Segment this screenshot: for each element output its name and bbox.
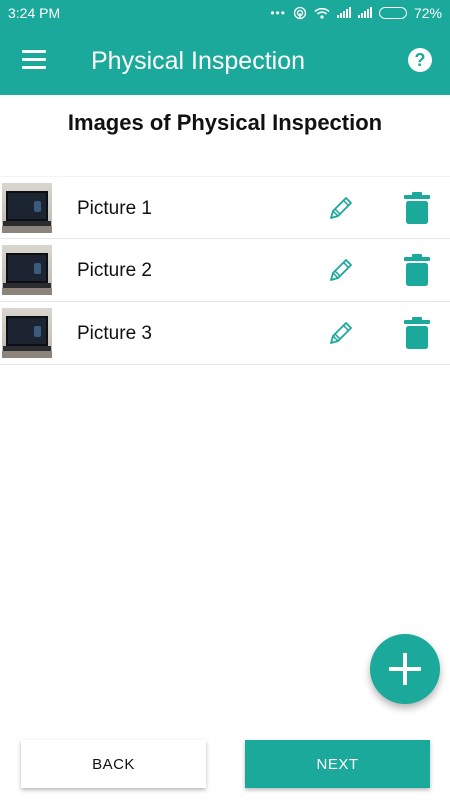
picture-label: Picture 2: [77, 260, 152, 281]
next-button[interactable]: NEXT: [245, 740, 430, 788]
battery-icon: [378, 6, 407, 19]
signal-icon: [357, 7, 372, 18]
battery-percent: 72%: [413, 4, 442, 21]
status-time: 3:24 PM: [8, 4, 61, 21]
list-item[interactable]: Picture 3: [0, 302, 450, 365]
add-picture-button[interactable]: [370, 634, 440, 704]
more-dots-icon: •••: [270, 5, 286, 20]
help-glyph: ?: [414, 49, 426, 70]
picture-label: Picture 3: [77, 323, 152, 344]
picture-thumbnail: [2, 183, 52, 233]
signal-icon: [336, 7, 351, 18]
delete-trash-icon[interactable]: [403, 316, 431, 350]
app-bar: Physical Inspection ?: [0, 25, 450, 95]
delete-trash-icon[interactable]: [403, 253, 431, 287]
hamburger-menu-icon[interactable]: [22, 50, 48, 70]
help-icon[interactable]: ?: [408, 48, 432, 72]
list-item[interactable]: Picture 1: [0, 176, 450, 239]
list-item[interactable]: Picture 2: [0, 239, 450, 302]
edit-pencil-icon[interactable]: [326, 193, 356, 223]
delete-trash-icon[interactable]: [403, 191, 431, 225]
edit-pencil-icon[interactable]: [326, 255, 356, 285]
picture-label: Picture 1: [77, 198, 152, 219]
status-bar: 3:24 PM ••• 72%: [0, 0, 450, 25]
hotspot-icon: [293, 6, 307, 19]
wifi-icon: [314, 7, 330, 19]
section-title: Images of Physical Inspection: [67, 110, 383, 135]
picture-list: Picture 1 Picture 2 Picture 3: [0, 176, 450, 365]
plus-icon: [389, 653, 421, 685]
status-icons: ••• 72%: [270, 5, 442, 21]
edit-pencil-icon[interactable]: [326, 318, 356, 348]
picture-thumbnail: [2, 308, 52, 358]
page-title: Physical Inspection: [91, 47, 306, 75]
picture-thumbnail: [2, 245, 52, 295]
back-button[interactable]: BACK: [21, 740, 206, 788]
